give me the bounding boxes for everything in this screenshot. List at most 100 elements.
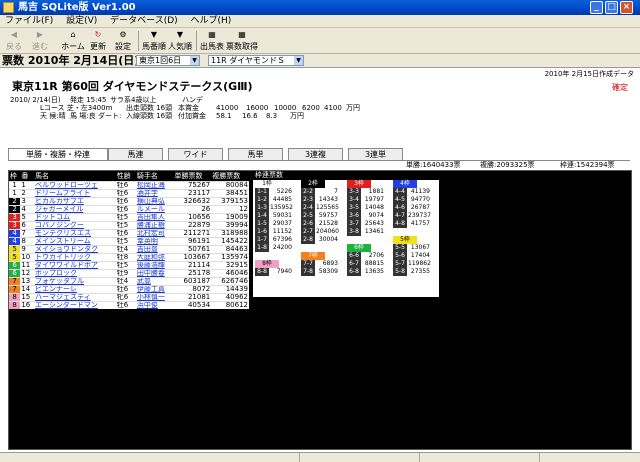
refresh-button[interactable]: ↻ 更新 — [88, 29, 108, 53]
added-prize-value: 8.3 — [266, 112, 278, 120]
table-row[interactable]: 7 14 ビエンナーレ 牡6 伊藤工真 8072 14439 — [9, 285, 249, 294]
table-row[interactable]: 1 1 ベルウッドローツェ 牡6 松岡正海 75267 80084 — [9, 181, 249, 190]
bracket-pair-label: 5-7 — [393, 260, 407, 268]
cell-jockey[interactable]: 小林慎一 — [135, 293, 174, 302]
cell-num: 11 — [20, 261, 35, 270]
bracket-vote-value: 41139 — [410, 188, 430, 195]
cell-sex: 牡4 — [115, 245, 136, 254]
cell-name[interactable]: ドットコム — [34, 213, 116, 222]
table-row[interactable]: 3 5 ドットコム 牡5 吉田隼人 10656 19009 — [9, 213, 249, 222]
table-row[interactable]: 3 6 コパノジングー 牡5 勝浦正樹 22879 39994 — [9, 221, 249, 230]
bracket-vote-value: 44485 — [272, 196, 292, 203]
home-button[interactable]: ⌂ ホーム — [60, 29, 86, 53]
minimize-button[interactable]: _ — [590, 1, 603, 14]
cell-tan: 21081 — [173, 293, 212, 302]
menu-file[interactable]: ファイル(F) — [0, 15, 58, 28]
table-row[interactable]: 1 2 ドリームフライト 牡6 酒井学 23117 38451 — [9, 189, 249, 198]
tab-trio[interactable]: 3連複 — [288, 148, 343, 160]
cell-jockey[interactable]: 幸英明 — [135, 237, 174, 246]
cell-num: 12 — [20, 269, 35, 278]
cell-name[interactable]: ベルウッドローツェ — [34, 181, 116, 190]
table-icon: ▦ — [238, 30, 246, 39]
cell-jockey[interactable]: 吉田隼人 — [135, 213, 174, 222]
cell-name[interactable]: ドリームフライト — [34, 189, 116, 198]
table-row[interactable]: 5 9 メイショウドンタク 牡4 吉田豊 50761 84463 — [9, 245, 249, 254]
table-row[interactable]: 2 4 ジャガーメイル 牡6 ルメール 26 12 — [9, 205, 249, 214]
venue-select[interactable]: 東京1回6日 ▼ — [136, 55, 200, 66]
cell-jockey[interactable]: 横山典弘 — [135, 197, 174, 206]
table-row[interactable]: 8 16 エーシンダードマン 牡6 浜中俊 40534 80612 — [9, 301, 249, 309]
back-button[interactable]: ◀ 戻る — [4, 29, 24, 53]
cell-num: 10 — [20, 253, 35, 262]
cell-jockey[interactable]: 吉田豊 — [135, 245, 174, 254]
cell-name[interactable]: メイショウドンタク — [34, 245, 116, 254]
sort-horse-button[interactable]: ▼ 馬番順 — [142, 29, 166, 53]
table-row[interactable]: 7 13 フォゲッタブル 牡4 武豊 603187 626746 — [9, 277, 249, 286]
cell-jockey[interactable]: 松岡正海 — [135, 181, 174, 190]
column-header[interactable]: 番 — [20, 171, 35, 182]
race-select[interactable]: 11R ダイヤモンドＳ ▼ — [208, 55, 304, 66]
bracket-pair-label: 2-4 — [301, 204, 315, 212]
cell-name[interactable]: ビエンナーレ — [34, 285, 116, 294]
table-row[interactable]: 5 10 トウカイトリック 牡8 大庭和弥 103667 135974 — [9, 253, 249, 262]
cell-sex: 牡6 — [115, 205, 136, 214]
cell-name[interactable]: ヒカルカザブエ — [34, 197, 116, 206]
column-header[interactable]: 騎手名 — [135, 171, 174, 182]
table-row[interactable]: 4 7 モンテクリスエス 牡6 北村宏司 211271 318988 — [9, 229, 249, 238]
cell-name[interactable]: トウカイトリック — [34, 253, 116, 262]
column-header[interactable]: 単勝票数 — [173, 171, 212, 182]
column-header[interactable]: 性齢 — [115, 171, 136, 182]
tab-quinella[interactable]: 馬連 — [108, 148, 163, 160]
cell-name[interactable]: ジャガーメイル — [34, 205, 116, 214]
tab-exacta[interactable]: 馬単 — [228, 148, 283, 160]
menu-settings[interactable]: 設定(V) — [61, 15, 102, 28]
close-button[interactable]: × — [620, 1, 633, 14]
tab-trifecta[interactable]: 3連単 — [348, 148, 403, 160]
cell-jockey[interactable]: 伊藤工真 — [135, 285, 174, 294]
cell-waku: 5 — [9, 253, 21, 262]
cell-name[interactable]: モンテクリスエス — [34, 229, 116, 238]
cell-tan: 25178 — [173, 269, 212, 278]
sort-popularity-button[interactable]: ▼ 人気順 — [168, 29, 192, 53]
cell-jockey[interactable]: 酒井学 — [135, 189, 174, 198]
table-row[interactable]: 2 3 ヒカルカザブエ 牡6 横山典弘 326632 379153 — [9, 197, 249, 206]
tab-wide[interactable]: ワイド — [168, 148, 223, 160]
cell-name[interactable]: ダイワワイルドボア — [34, 261, 116, 270]
entry-table-button[interactable]: ▦ 出馬表 — [200, 29, 224, 53]
cell-name[interactable]: エーシンダードマン — [34, 301, 116, 309]
cell-name[interactable]: ポップロック — [34, 269, 116, 278]
cell-jockey[interactable]: 北村宏司 — [135, 229, 174, 238]
cell-name[interactable]: メインストリーム — [34, 237, 116, 246]
forward-button[interactable]: ▶ 進む — [30, 29, 50, 53]
cell-jockey[interactable]: 勝浦正樹 — [135, 221, 174, 230]
cell-jockey[interactable]: 田中勝春 — [135, 269, 174, 278]
table-row[interactable]: 8 15 ハーマジェスティ 牝6 小林慎一 21081 40962 — [9, 293, 249, 302]
bracket-vote-value: 67396 — [272, 236, 292, 243]
odds-fetch-button[interactable]: ▦ 票数取得 — [226, 29, 258, 53]
table-row[interactable]: 6 11 ダイワワイルドボア 牡5 後藤浩輝 21114 32915 — [9, 261, 249, 270]
cell-jockey[interactable]: 大庭和弥 — [135, 253, 174, 262]
menu-database[interactable]: データベース(D) — [105, 15, 183, 28]
column-header[interactable]: 馬名 — [34, 171, 116, 182]
table-row[interactable]: 6 12 ポップロック 牡9 田中勝春 25178 46046 — [9, 269, 249, 278]
settings-button[interactable]: ⚙ 設定 — [112, 29, 134, 53]
menu-help[interactable]: ヘルプ(H) — [186, 15, 237, 28]
prize-label: 本賞金 — [178, 104, 199, 112]
cell-jockey[interactable]: 後藤浩輝 — [135, 261, 174, 270]
cell-name[interactable]: ハーマジェスティ — [34, 293, 116, 302]
cell-jockey[interactable]: ルメール — [135, 205, 174, 214]
vote-totals: 単勝:1640433票 複勝:2093325票 枠連:1542394票 — [8, 160, 630, 169]
bracket-pair-label: 7枠 — [301, 252, 325, 260]
cell-name[interactable]: コパノジングー — [34, 221, 116, 230]
cell-name[interactable]: フォゲッタブル — [34, 277, 116, 286]
bracket-pair-label: 1-7 — [255, 236, 269, 244]
column-header[interactable]: 枠 — [9, 171, 21, 182]
bracket-pair-label: 7-8 — [301, 268, 315, 276]
cell-jockey[interactable]: 浜中俊 — [135, 301, 174, 309]
column-header[interactable]: 複勝票数 — [211, 171, 249, 182]
cell-jockey[interactable]: 武豊 — [135, 277, 174, 286]
maximize-button[interactable]: □ — [605, 1, 618, 14]
tab-win-place-bracket[interactable]: 単勝・複勝・枠連 — [8, 148, 108, 160]
table-row[interactable]: 4 8 メインストリーム 牡5 幸英明 96191 145422 — [9, 237, 249, 246]
cell-fuku: 80084 — [211, 181, 249, 190]
